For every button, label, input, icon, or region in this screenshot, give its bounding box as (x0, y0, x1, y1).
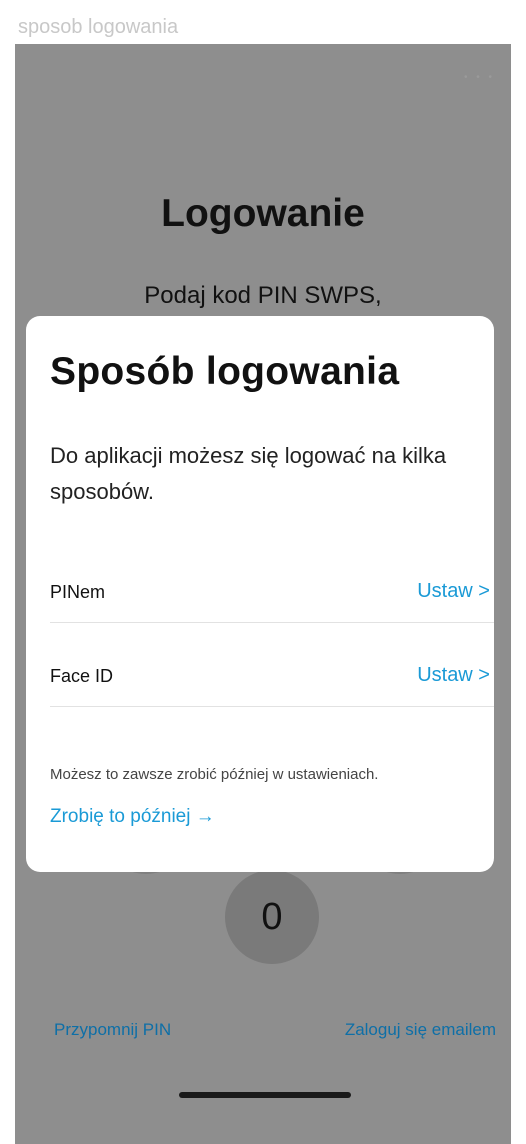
page-caption: sposob logowania (18, 16, 179, 38)
divider (50, 622, 494, 623)
do-it-later-link[interactable]: Zrobię to później → (50, 806, 215, 828)
remind-pin-link[interactable]: Przypomnij PIN (54, 1020, 171, 1040)
login-title: Logowanie (161, 192, 365, 235)
option-pin-set-button[interactable]: Ustaw > (417, 580, 490, 603)
sheet-description: Do aplikacji możesz się logować na kilka… (50, 443, 447, 504)
sheet-title: Sposób logowania (50, 350, 400, 393)
login-subtitle: Podaj kod PIN SWPS, (144, 282, 382, 309)
option-pin-label: PINem (50, 582, 106, 602)
option-faceid-label: Face ID (50, 666, 114, 686)
status-bar: • • • (463, 72, 495, 83)
home-indicator (179, 1092, 351, 1098)
keypad-key-zero[interactable]: 0 (225, 870, 319, 964)
login-method-sheet: Sposób logowania Do aplikacji możesz się… (26, 316, 494, 872)
option-faceid-set-button[interactable]: Ustaw > (417, 664, 490, 687)
divider (50, 706, 494, 707)
option-pin-row[interactable]: PINem Ustaw > (50, 578, 494, 618)
sheet-note: Możesz to zawsze zrobić później w ustawi… (50, 766, 379, 783)
login-email-link[interactable]: Zaloguj się emailem (345, 1020, 496, 1040)
option-faceid-row[interactable]: Face ID Ustaw > (50, 662, 494, 702)
